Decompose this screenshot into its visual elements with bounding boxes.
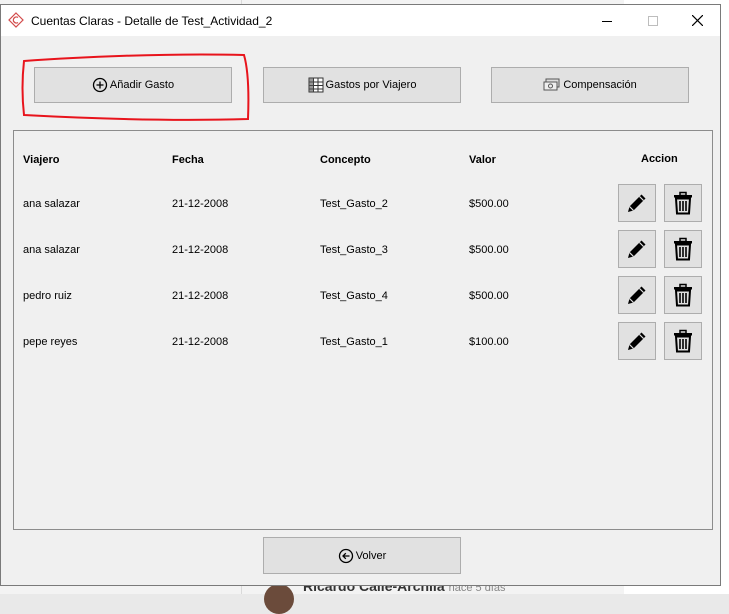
back-label: Volver — [355, 549, 387, 562]
date-cell: 21-12-2008 — [172, 290, 229, 302]
minimize-icon — [602, 20, 612, 22]
spreadsheet-icon — [308, 77, 324, 93]
header-value: Valor — [469, 154, 496, 166]
header-date: Fecha — [172, 154, 204, 166]
edit-button[interactable] — [618, 276, 656, 314]
maximize-icon — [648, 15, 658, 26]
back-button[interactable]: Volver — [263, 537, 461, 574]
pencil-icon — [628, 332, 646, 350]
delete-button[interactable] — [664, 276, 702, 314]
delete-button[interactable] — [664, 184, 702, 222]
trash-icon — [674, 283, 692, 307]
window-title: Cuentas Claras - Detalle de Test_Activid… — [31, 14, 273, 28]
add-expense-button[interactable]: Añadir Gasto — [34, 67, 232, 103]
delete-button[interactable] — [664, 322, 702, 360]
maximize-button[interactable] — [630, 5, 676, 36]
compensation-button[interactable]: Compensación — [491, 67, 689, 103]
date-cell: 21-12-2008 — [172, 244, 229, 256]
date-cell: 21-12-2008 — [172, 336, 229, 348]
plus-circle-icon — [92, 77, 108, 93]
trash-icon — [674, 191, 692, 215]
pencil-icon — [628, 194, 646, 212]
delete-button[interactable] — [664, 230, 702, 268]
minimize-button[interactable] — [584, 5, 630, 36]
expenses-by-traveler-button[interactable]: Gastos por Viajero — [263, 67, 461, 103]
concept-cell: Test_Gasto_4 — [320, 290, 388, 302]
close-icon — [691, 15, 703, 26]
value-cell: $500.00 — [469, 198, 509, 210]
concept-cell: Test_Gasto_1 — [320, 336, 388, 348]
detail-window: Cuentas Claras - Detalle de Test_Activid… — [0, 4, 721, 586]
concept-cell: Test_Gasto_3 — [320, 244, 388, 256]
value-cell: $100.00 — [469, 336, 509, 348]
expenses-by-traveler-label: Gastos por Viajero — [325, 79, 417, 91]
header-concept: Concepto — [320, 154, 371, 166]
date-cell: 21-12-2008 — [172, 198, 229, 210]
trash-icon — [674, 237, 692, 261]
concept-cell: Test_Gasto_2 — [320, 198, 388, 210]
header-traveler: Viajero — [23, 154, 60, 166]
traveler-cell: ana salazar — [23, 198, 80, 210]
add-expense-label: Añadir Gasto — [109, 79, 175, 91]
traveler-cell: ana salazar — [23, 244, 80, 256]
trash-icon — [674, 329, 692, 353]
pencil-icon — [628, 286, 646, 304]
header-action: Accion — [641, 153, 678, 165]
money-icon — [543, 78, 560, 91]
value-cell: $500.00 — [469, 244, 509, 256]
traveler-cell: pedro ruiz — [23, 290, 72, 302]
traveler-cell: pepe reyes — [23, 336, 78, 348]
compensation-label: Compensación — [563, 79, 637, 91]
expenses-table: Viajero Fecha Concepto Valor Accion ana … — [13, 130, 713, 530]
arrow-left-circle-icon — [338, 548, 353, 563]
avatar — [264, 584, 294, 614]
title-bar: Cuentas Claras - Detalle de Test_Activid… — [1, 5, 720, 36]
edit-button[interactable] — [618, 322, 656, 360]
close-button[interactable] — [674, 5, 720, 36]
value-cell: $500.00 — [469, 290, 509, 302]
pencil-icon — [628, 240, 646, 258]
cuentas-claras-logo-icon — [8, 12, 24, 28]
edit-button[interactable] — [618, 230, 656, 268]
edit-button[interactable] — [618, 184, 656, 222]
